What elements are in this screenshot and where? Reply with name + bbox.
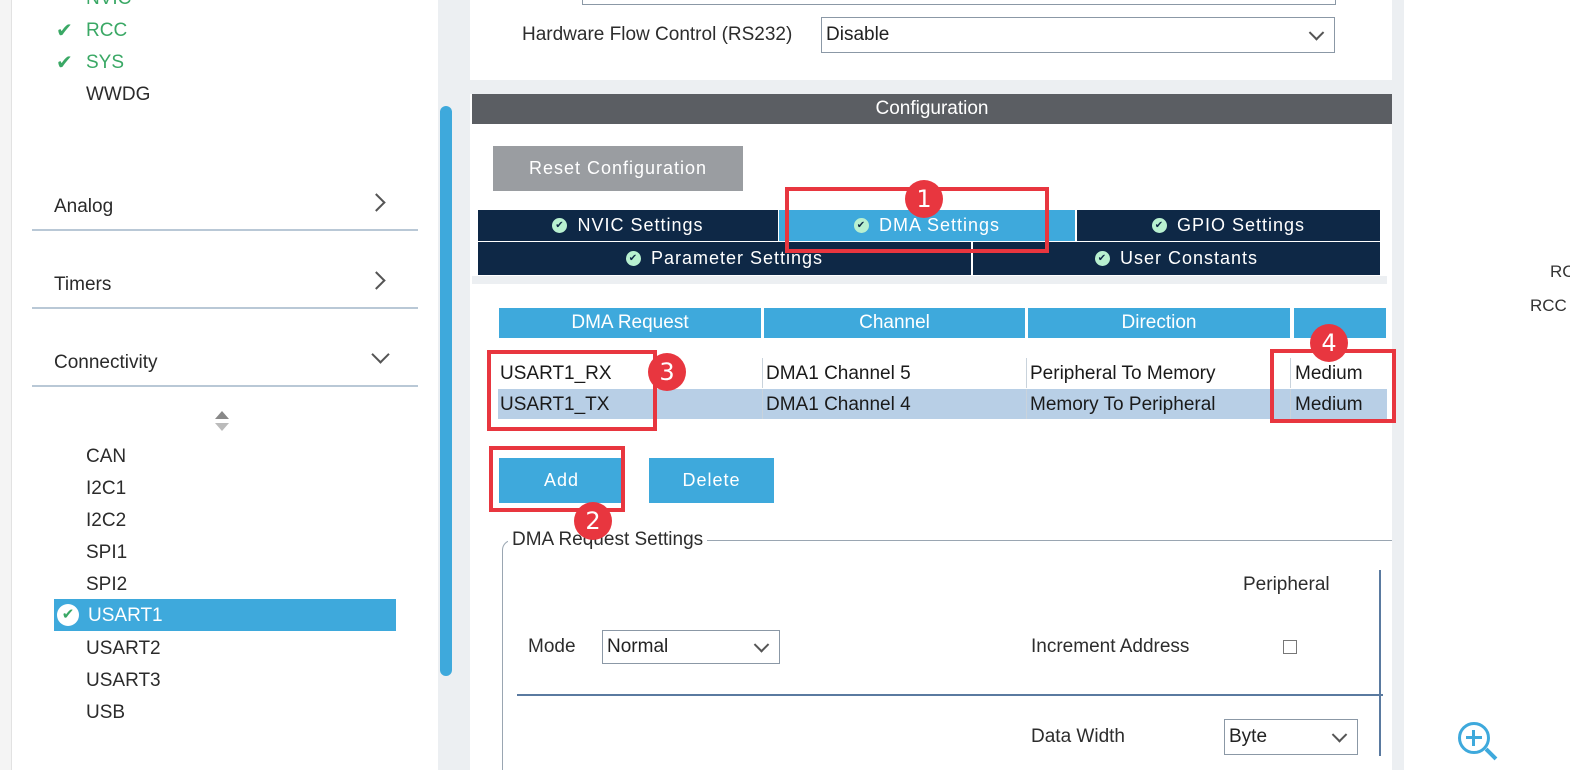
partial-label: RC [1550,262,1570,281]
annotation-badge-1: 1 [905,180,943,218]
sidebar-item-label: USART1 [88,605,163,626]
flow-control-select[interactable]: Disable [821,17,1335,53]
channel-cell: DMA1 Channel 5 [766,363,911,384]
right-panel: RC RCC [1404,0,1570,770]
divider [32,229,418,231]
mode-select[interactable]: Normal [602,630,780,664]
sidebar-item-rcc[interactable]: RCC [86,20,127,42]
annotation-badge-3: 3 [648,353,686,391]
sidebar-item-usart3[interactable]: USART3 [86,670,161,692]
sidebar-item-can[interactable]: CAN [86,446,126,468]
divider [517,694,1383,696]
chevron-down-icon [1331,727,1348,743]
check-circle-icon: ✔ [1094,251,1110,266]
column-header-dma-request[interactable]: DMA Request [499,308,761,338]
sidebar-edge [0,0,12,770]
column-separator [762,358,763,388]
mode-label: Mode [528,636,576,657]
divider [32,307,418,309]
check-circle-icon: ✔ [57,604,79,626]
chevron-down-icon[interactable] [371,345,390,364]
check-circle-icon: ✔ [625,251,641,266]
tab-label: NVIC Settings [577,215,704,235]
tab-label: User Constants [1119,248,1259,268]
peripheral-heading: Peripheral [1243,574,1330,595]
column-divider [1379,570,1381,756]
previous-field[interactable] [582,0,1336,5]
check-circle-icon: ✔ [552,218,568,233]
chevron-down-icon [1308,25,1325,41]
sort-up-icon[interactable] [215,411,229,419]
configuration-header: Configuration [472,94,1392,124]
direction-cell: Peripheral To Memory [1030,363,1216,384]
increment-address-checkbox[interactable] [1283,640,1297,654]
chevron-right-icon[interactable] [367,193,386,212]
increment-address-label: Increment Address [1031,636,1190,657]
data-width-value: Byte [1229,726,1268,747]
section-separator [470,80,1392,94]
flow-control-value: Disable [826,24,890,45]
check-icon: ✔ [56,20,73,42]
category-analog[interactable]: Analog [54,196,113,218]
data-width-select[interactable]: Byte [1224,719,1358,755]
sidebar-item-spi1[interactable]: SPI1 [86,542,127,564]
direction-cell: Memory To Peripheral [1030,394,1216,415]
sidebar-item-i2c2[interactable]: I2C2 [86,510,126,532]
mode-value: Normal [607,636,669,657]
sidebar-item-usart1[interactable]: ✔ USART1 [54,599,396,631]
reset-configuration-button[interactable]: Reset Configuration [493,146,743,191]
sidebar-item-i2c1[interactable]: I2C1 [86,478,126,500]
annotation-box-add [489,446,625,512]
column-separator [1026,389,1027,419]
sort-down-icon[interactable] [215,423,229,431]
partial-label: RCC [1530,296,1567,315]
sidebar-item-spi2[interactable]: SPI2 [86,574,127,596]
sidebar-item-sys[interactable]: SYS [86,52,124,74]
column-header-direction[interactable]: Direction [1028,308,1290,338]
annotation-box-requests [487,350,657,431]
divider [32,385,418,387]
data-width-label: Data Width [1031,726,1125,747]
check-circle-icon: ✔ [1151,218,1167,233]
tab-content-edge [472,276,1387,284]
column-separator [1026,358,1027,388]
column-header-channel[interactable]: Channel [764,308,1025,338]
column-separator [762,389,763,419]
tab-label: GPIO Settings [1176,215,1306,235]
tab-nvic-settings[interactable]: ✔ NVIC Settings [478,210,778,241]
tab-gpio-settings[interactable]: ✔ GPIO Settings [1077,210,1380,241]
sidebar-scrollbar[interactable] [440,106,452,676]
annotation-badge-4: 4 [1310,324,1348,362]
sidebar-item-wwdg[interactable]: WWDG [86,84,150,106]
annotation-badge-2: 2 [574,502,612,540]
category-connectivity[interactable]: Connectivity [54,352,158,374]
sidebar-item-nvic[interactable]: NVIC [86,0,131,10]
sidebar-item-usb[interactable]: USB [86,702,125,724]
chevron-right-icon[interactable] [367,271,386,290]
flow-control-label: Hardware Flow Control (RS232) [522,24,793,45]
channel-cell: DMA1 Channel 4 [766,394,911,415]
chevron-down-icon [753,637,770,653]
delete-button[interactable]: Delete [649,458,774,503]
zoom-in-icon[interactable] [1458,722,1498,762]
check-icon: ✔ [56,52,73,74]
sidebar-item-usart2[interactable]: USART2 [86,638,161,660]
category-timers[interactable]: Timers [54,274,111,296]
